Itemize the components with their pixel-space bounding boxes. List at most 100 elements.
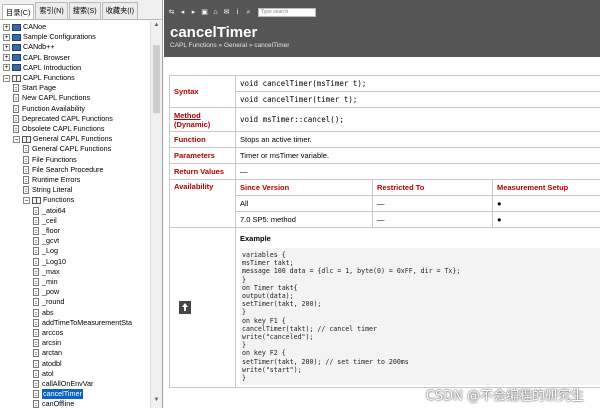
tree-item-label: atol: [42, 368, 54, 378]
tree-page-item[interactable]: _pow: [33, 287, 59, 297]
tree-page-item[interactable]: _atoi64: [33, 206, 66, 216]
page-icon: [23, 155, 29, 164]
home-icon[interactable]: ⌂: [212, 9, 219, 16]
tree-page-item[interactable]: File Search Procedure: [23, 165, 104, 175]
tree-item-label: atodbl: [42, 358, 62, 368]
search-input[interactable]: Type search: [258, 8, 316, 17]
tree-item-label: arctan: [42, 348, 62, 358]
page-icon: [23, 186, 29, 195]
tree-page-item[interactable]: New CAPL Functions: [13, 93, 90, 103]
tree-book-item[interactable]: + CAPL Browser: [3, 53, 70, 63]
syntax-line-2: void cancelTimer(timer t);: [235, 91, 600, 108]
expand-icon[interactable]: +: [3, 54, 10, 62]
tree-item-label: _max: [42, 266, 60, 276]
page-icon: [33, 369, 39, 378]
tree-item-label: Sample Configurations: [23, 32, 96, 42]
page-icon: [23, 145, 29, 154]
tree-book-item[interactable]: + CANdb++: [3, 42, 55, 52]
page-header: ⇆ ◂ ▸ ▣ ⌂ ✉ i ⌕ Type search cancelTimer …: [164, 0, 600, 57]
search-icon[interactable]: ⌕: [245, 9, 252, 16]
expand-icon[interactable]: +: [3, 43, 10, 51]
tree-page-item[interactable]: canOffline: [33, 399, 74, 408]
scroll-thumb[interactable]: [153, 45, 160, 113]
tab-favorites[interactable]: 收藏夹(I): [101, 2, 139, 19]
forward-icon[interactable]: ▸: [190, 9, 197, 16]
collapse-icon[interactable]: −: [13, 135, 20, 143]
breadcrumb[interactable]: CAPL Functions » General » cancelTimer: [170, 42, 289, 49]
tree-page-item[interactable]: _ceil: [33, 216, 57, 226]
tree-book-item[interactable]: + Sample Configurations: [3, 32, 96, 42]
tree-page-item[interactable]: arcsin: [33, 338, 61, 348]
page-icon: [33, 247, 39, 256]
scroll-down-icon[interactable]: ▼: [151, 397, 162, 407]
expand-icon[interactable]: +: [3, 33, 10, 41]
availability-cell: —: [372, 195, 493, 212]
tree-page-item[interactable]: _min: [33, 277, 58, 287]
tree-item-label: _atoi64: [42, 205, 66, 215]
tree-page-item[interactable]: abs: [33, 308, 54, 318]
collapse-icon[interactable]: −: [23, 196, 30, 204]
tree-book-item[interactable]: + CAPL Introduction: [3, 63, 81, 73]
tree-page-item[interactable]: _max: [33, 267, 60, 277]
tree-book-item[interactable]: − CAPL Functions: [3, 73, 75, 83]
tree-page-item[interactable]: String Literal: [23, 185, 72, 195]
tree-item-label: New CAPL Functions: [22, 93, 91, 103]
copy-example-icon[interactable]: [179, 301, 191, 315]
page-icon: [33, 329, 39, 337]
tree-page-item[interactable]: addTimeToMeasurementSta: [33, 318, 132, 328]
syntax-line-1: void cancelTimer(msTimer t);: [235, 75, 600, 92]
tree-page-item[interactable]: _floor: [33, 226, 60, 236]
tree-page-item[interactable]: Deprecated CAPL Functions: [13, 114, 113, 124]
tree-page-item[interactable]: _round: [33, 297, 64, 307]
syntax-label: Syntax: [169, 75, 236, 108]
help-navigation-pane: 目录(C) 索引(N) 搜索(S) 收藏夹(I) + CANoe + Sample C…: [0, 0, 163, 408]
parameters-label: Parameters: [169, 147, 236, 164]
nav-scrollbar[interactable]: ▲ ▼: [150, 21, 162, 408]
tab-contents[interactable]: 目录(C): [2, 4, 35, 19]
tree-page-item[interactable]: Obsolete CAPL Functions: [13, 124, 104, 134]
back-icon[interactable]: ◂: [179, 9, 186, 16]
tree-page-item[interactable]: atodbl: [33, 359, 62, 369]
tab-index[interactable]: 索引(N): [35, 2, 68, 19]
page-icon: [13, 114, 19, 123]
method-value: void msTimer::cancel();: [235, 107, 600, 132]
tree-item-label: File Functions: [32, 154, 77, 164]
tree-item-label: Function Availability: [22, 103, 85, 113]
info-icon[interactable]: i: [234, 9, 241, 16]
tree-book-item[interactable]: − General CAPL Functions: [13, 134, 112, 144]
example-title: Example: [240, 234, 271, 243]
tree-page-item[interactable]: _gcvt: [33, 236, 59, 246]
tab-search[interactable]: 搜索(S): [68, 2, 101, 19]
method-link[interactable]: Method: [174, 111, 201, 120]
expand-icon[interactable]: +: [3, 64, 10, 72]
tree-page-item[interactable]: callAllOnEnvVar: [33, 379, 93, 389]
tree-page-item[interactable]: _Log10: [33, 257, 66, 267]
tree-book-item[interactable]: − Functions: [23, 195, 74, 205]
sync-toc-icon[interactable]: ⇆: [168, 9, 175, 16]
tree-page-item[interactable]: cancelTimer: [33, 389, 83, 400]
method-label[interactable]: Method (Dynamic): [169, 107, 236, 132]
tree-page-item[interactable]: arctan: [33, 348, 62, 358]
scroll-up-icon[interactable]: ▲: [151, 22, 162, 32]
print-icon[interactable]: ▣: [201, 9, 208, 16]
tree-page-item[interactable]: _Log: [33, 246, 58, 256]
tree-item-label: _Log10: [42, 256, 66, 266]
email-icon[interactable]: ✉: [223, 9, 230, 16]
tree-page-item[interactable]: Start Page: [13, 83, 56, 93]
page-icon: [33, 349, 39, 358]
tree-page-item[interactable]: atol: [33, 369, 54, 379]
expand-icon[interactable]: +: [3, 23, 10, 31]
collapse-icon[interactable]: −: [3, 74, 10, 82]
page-icon: [33, 400, 39, 408]
return-values-label: Return Values: [169, 163, 236, 180]
tree-page-item[interactable]: arccos: [33, 328, 63, 338]
example-cell: Example variables { msTimer takt; messag…: [235, 226, 600, 389]
tree-item-label: abs: [42, 307, 54, 317]
tree-page-item[interactable]: Runtime Errors: [23, 175, 80, 185]
tree-page-item[interactable]: File Functions: [23, 155, 77, 165]
book-icon: [12, 43, 21, 51]
tree-page-item[interactable]: Function Availability: [13, 104, 85, 114]
tree-book-item[interactable]: + CANoe: [3, 22, 46, 32]
tree-page-item[interactable]: General CAPL Functions: [23, 144, 111, 154]
open-book-icon: [12, 74, 21, 82]
